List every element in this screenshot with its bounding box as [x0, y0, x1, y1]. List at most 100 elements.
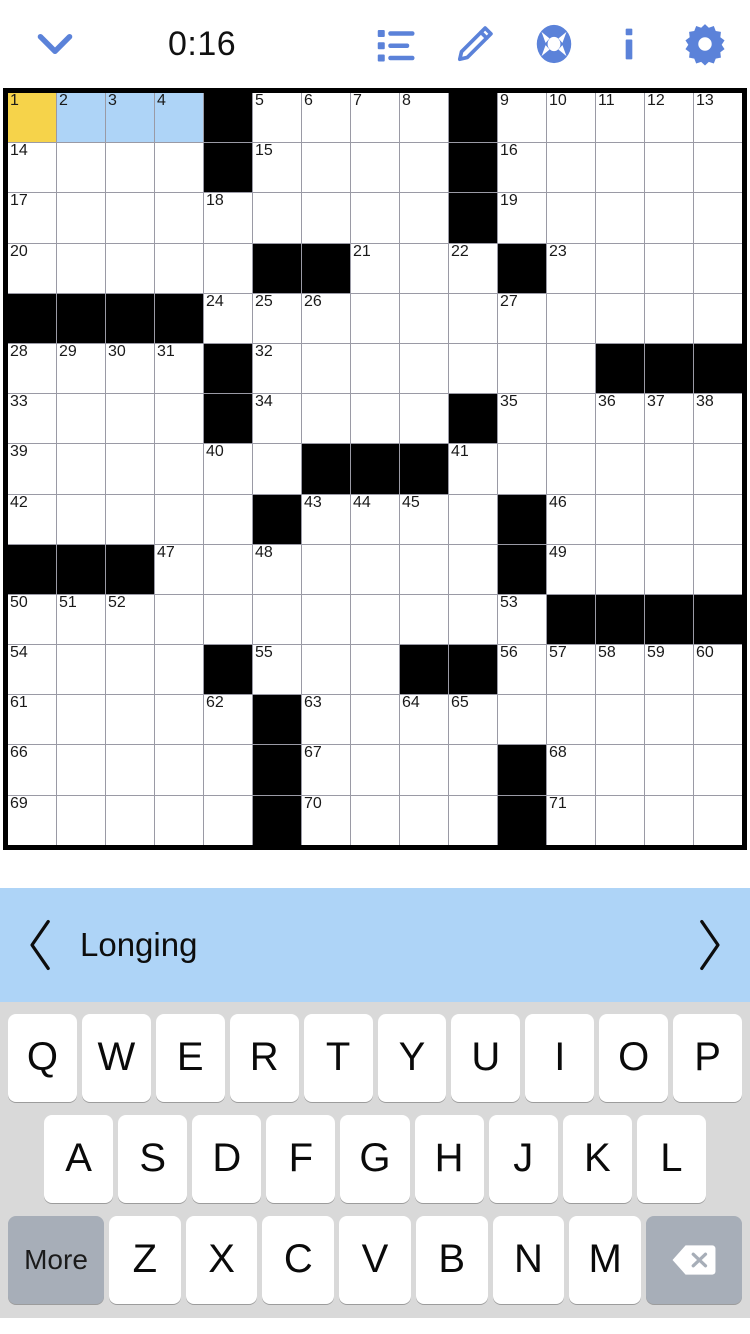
grid-cell[interactable] [498, 343, 546, 394]
key-i[interactable]: I [525, 1013, 595, 1102]
grid-cell[interactable]: 1 [8, 93, 56, 143]
key-p[interactable]: P [673, 1013, 743, 1102]
grid-cell[interactable] [302, 394, 350, 444]
grid-cell[interactable] [302, 143, 350, 193]
key-q[interactable]: Q [7, 1013, 77, 1102]
delete-icon[interactable] [646, 1215, 742, 1304]
grid-cell[interactable] [57, 695, 105, 745]
key-k[interactable]: K [562, 1114, 632, 1203]
gear-icon[interactable] [682, 21, 728, 67]
grid-cell[interactable] [694, 444, 742, 494]
info-icon[interactable] [612, 23, 646, 65]
grid-cell[interactable] [596, 745, 644, 795]
grid-cell[interactable]: 60 [694, 645, 742, 695]
grid-cell[interactable] [449, 293, 497, 343]
grid-cell[interactable] [645, 193, 693, 243]
grid-cell[interactable]: 24 [204, 293, 252, 343]
grid-cell[interactable]: 9 [498, 93, 546, 143]
grid-cell[interactable]: 45 [400, 494, 448, 544]
grid-cell[interactable] [106, 494, 154, 544]
grid-cell[interactable] [694, 193, 742, 243]
key-g[interactable]: G [340, 1114, 410, 1203]
grid-cell[interactable]: 13 [694, 93, 742, 143]
grid-cell[interactable] [57, 193, 105, 243]
grid-cell[interactable] [302, 544, 350, 594]
key-a[interactable]: A [44, 1114, 114, 1203]
grid-cell[interactable]: 6 [302, 93, 350, 143]
grid-cell[interactable] [57, 444, 105, 494]
grid-cell[interactable] [400, 544, 448, 594]
grid-cell[interactable] [547, 394, 595, 444]
grid-cell[interactable] [155, 444, 203, 494]
key-w[interactable]: W [81, 1013, 151, 1102]
grid-cell[interactable] [155, 745, 203, 795]
grid-cell[interactable] [351, 193, 399, 243]
grid-cell[interactable] [645, 544, 693, 594]
grid-cell[interactable] [155, 795, 203, 845]
grid-cell[interactable] [204, 544, 252, 594]
grid-cell[interactable] [106, 193, 154, 243]
grid-cell[interactable] [400, 343, 448, 394]
grid-cell[interactable]: 42 [8, 494, 56, 544]
grid-cell[interactable]: 69 [8, 795, 56, 845]
grid-cell[interactable]: 4 [155, 93, 203, 143]
grid-cell[interactable] [645, 293, 693, 343]
grid-cell[interactable] [498, 444, 546, 494]
previous-clue-button[interactable] [24, 918, 58, 972]
grid-cell[interactable]: 49 [547, 544, 595, 594]
grid-cell[interactable] [694, 745, 742, 795]
grid-cell[interactable] [351, 645, 399, 695]
grid-cell[interactable] [106, 745, 154, 795]
grid-cell[interactable] [253, 594, 301, 645]
grid-cell[interactable] [155, 494, 203, 544]
key-y[interactable]: Y [377, 1013, 447, 1102]
grid-cell[interactable]: 56 [498, 645, 546, 695]
grid-cell[interactable]: 46 [547, 494, 595, 544]
grid-cell[interactable]: 19 [498, 193, 546, 243]
grid-cell[interactable] [596, 193, 644, 243]
grid-cell[interactable] [204, 745, 252, 795]
grid-cell[interactable] [253, 444, 301, 494]
key-v[interactable]: V [339, 1215, 411, 1304]
grid-cell[interactable]: 52 [106, 594, 154, 645]
grid-cell[interactable] [351, 143, 399, 193]
grid-cell[interactable]: 11 [596, 93, 644, 143]
grid-cell[interactable]: 53 [498, 594, 546, 645]
grid-cell[interactable] [400, 193, 448, 243]
crossword-grid[interactable]: 1 2 3 4 5 6 7 8 9 10 11 12 13 14 15 16 17 18 19 20 21 22 23 24 2… [3, 88, 747, 850]
grid-cell[interactable] [449, 795, 497, 845]
grid-cell[interactable]: 30 [106, 343, 154, 394]
grid-cell[interactable] [645, 243, 693, 293]
grid-cell[interactable]: 36 [596, 394, 644, 444]
grid-cell[interactable]: 28 [8, 343, 56, 394]
grid-cell[interactable] [596, 293, 644, 343]
grid-cell[interactable] [400, 594, 448, 645]
grid-cell[interactable] [645, 695, 693, 745]
key-b[interactable]: B [415, 1215, 488, 1304]
grid-cell[interactable]: 55 [253, 645, 301, 695]
grid-cell[interactable]: 47 [155, 544, 203, 594]
grid-cell[interactable] [547, 695, 595, 745]
grid-cell[interactable]: 70 [302, 795, 350, 845]
grid-cell[interactable]: 71 [547, 795, 595, 845]
chevron-down-icon[interactable] [30, 19, 80, 69]
key-r[interactable]: R [229, 1013, 299, 1102]
grid-cell[interactable] [155, 594, 203, 645]
grid-cell[interactable]: 51 [57, 594, 105, 645]
grid-cell[interactable] [57, 494, 105, 544]
grid-cell[interactable] [400, 293, 448, 343]
grid-cell[interactable] [155, 243, 203, 293]
grid-cell[interactable] [351, 745, 399, 795]
grid-cell[interactable] [596, 444, 644, 494]
grid-cell[interactable] [694, 143, 742, 193]
key-o[interactable]: O [599, 1013, 669, 1102]
next-clue-button[interactable] [692, 918, 726, 972]
grid-cell[interactable] [106, 394, 154, 444]
grid-cell[interactable] [596, 143, 644, 193]
key-m[interactable]: M [569, 1215, 642, 1304]
grid-cell[interactable]: 66 [8, 745, 56, 795]
grid-cell[interactable] [57, 745, 105, 795]
key-c[interactable]: C [262, 1215, 335, 1304]
grid-cell[interactable] [155, 645, 203, 695]
grid-cell[interactable]: 43 [302, 494, 350, 544]
